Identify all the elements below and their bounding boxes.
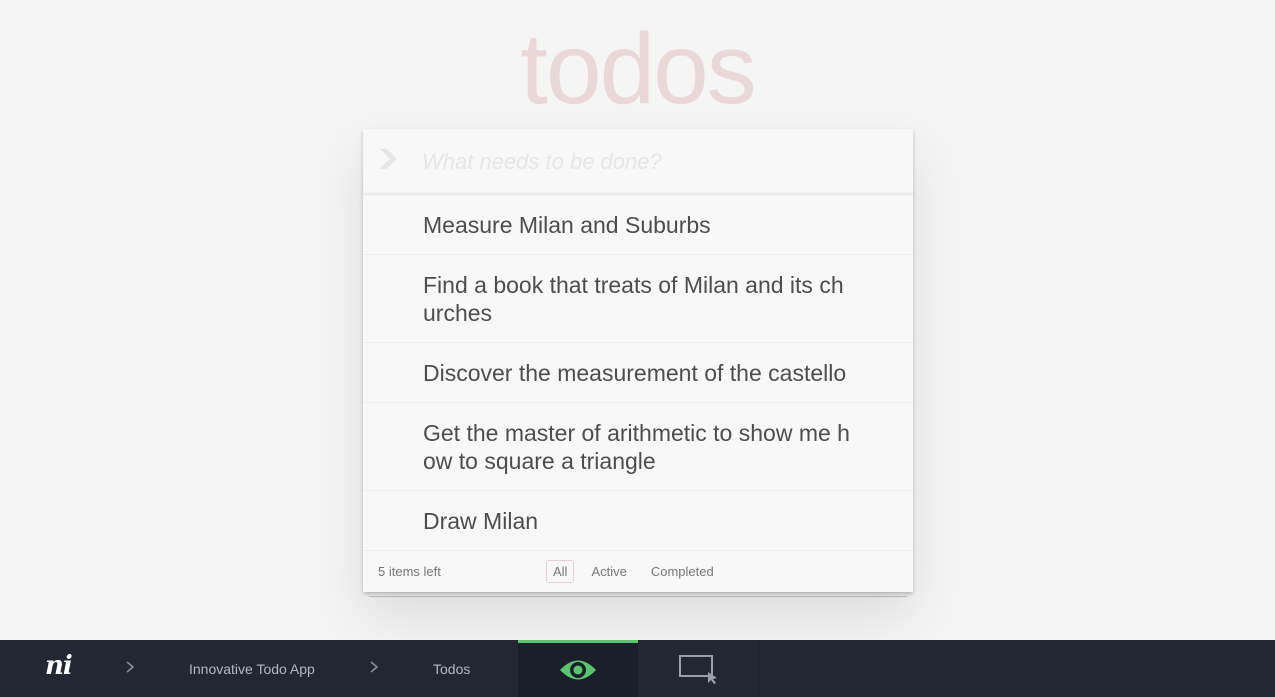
todo-checkbox[interactable] xyxy=(375,284,405,314)
filter-all[interactable]: All xyxy=(546,560,575,583)
todo-label[interactable]: Discover the measurement of the castello xyxy=(423,360,846,386)
stack-shadow-bottom xyxy=(369,592,907,596)
new-todo-row: ❯ xyxy=(363,129,913,195)
todo-item[interactable]: Discover the measurement of the castello xyxy=(363,343,913,403)
items-left-count: 5 items left xyxy=(378,564,441,579)
todo-item[interactable]: Measure Milan and Suburbs xyxy=(363,195,913,255)
bottom-toolbar: ni Innovative Todo App Todos xyxy=(0,640,1275,697)
todo-checkbox[interactable] xyxy=(375,432,405,462)
todo-app: ❯ Measure Milan and Suburbs Find a book … xyxy=(363,129,913,592)
page: todos ❯ Measure Milan and Suburbs Find a… xyxy=(0,0,1275,697)
select-rectangle-icon xyxy=(679,655,717,684)
select-mode-tab[interactable] xyxy=(638,640,759,697)
todo-item[interactable]: Get the master of arithmetic to show me … xyxy=(363,403,913,491)
todo-checkbox[interactable] xyxy=(375,506,405,536)
chevron-down-icon[interactable]: ❯ xyxy=(370,147,405,169)
filters: All Active Completed xyxy=(546,560,721,583)
todo-item[interactable]: Find a book that treats of Milan and its… xyxy=(363,255,913,343)
app-title: todos xyxy=(520,13,757,125)
logo[interactable]: ni xyxy=(45,651,73,681)
breadcrumb-page[interactable]: Todos xyxy=(433,661,470,677)
todo-label[interactable]: Draw Milan xyxy=(423,508,538,534)
view-mode-tab[interactable] xyxy=(518,640,638,697)
todo-label[interactable]: Find a book that treats of Milan and its… xyxy=(423,272,844,326)
todo-item[interactable]: Draw Milan xyxy=(363,491,913,551)
todo-checkbox[interactable] xyxy=(375,210,405,240)
chevron-right-icon xyxy=(370,661,379,673)
todo-footer: 5 items left All Active Completed xyxy=(363,551,913,592)
filter-completed[interactable]: Completed xyxy=(644,560,721,583)
todo-checkbox[interactable] xyxy=(375,358,405,388)
eye-icon xyxy=(560,660,596,680)
chevron-right-icon xyxy=(126,661,135,673)
todo-label[interactable]: Get the master of arithmetic to show me … xyxy=(423,420,850,474)
filter-active[interactable]: Active xyxy=(584,560,633,583)
breadcrumb-app[interactable]: Innovative Todo App xyxy=(189,661,315,677)
new-todo-input[interactable] xyxy=(422,143,892,181)
todo-list: Measure Milan and Suburbs Find a book th… xyxy=(363,195,913,551)
todo-label[interactable]: Measure Milan and Suburbs xyxy=(423,212,711,238)
